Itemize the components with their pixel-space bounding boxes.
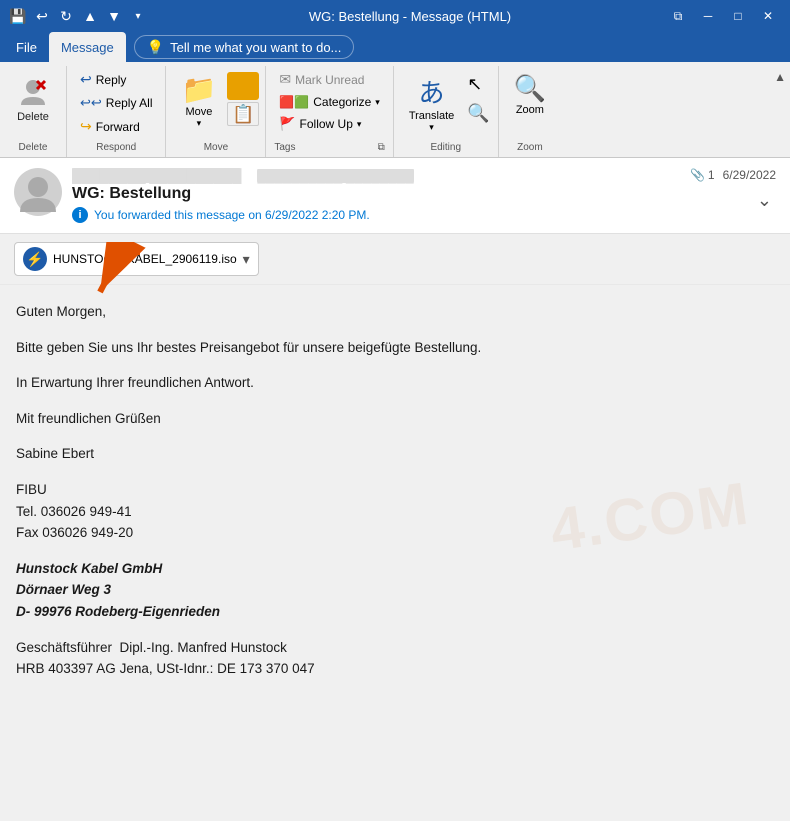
email-date: 6/29/2022 [723,168,776,182]
forward-icon: ↪ [80,118,92,135]
email-subject: WG: Bestellung [72,185,680,203]
ribbon-group-delete: Delete Delete [0,66,67,157]
ribbon: Delete Delete ↩ Reply ↩↩ Reply All ↪ For… [0,62,790,158]
body-regards: Mit freundlichen Grüßen [16,408,774,430]
expand-button[interactable]: ⌄ [753,186,776,215]
forward-label: Forward [96,120,140,134]
quick-access-toolbar: 💾 ↩ ↻ ▲ ▼ ▾ [8,6,148,26]
reply-label: Reply [96,73,127,87]
mark-unread-button[interactable]: ✉ Mark Unread [272,68,386,91]
attachment-dropdown-icon[interactable]: ▾ [243,251,250,268]
tell-me-input[interactable]: 💡 Tell me what you want to do... [134,35,355,59]
reply-all-label: Reply All [106,96,153,110]
redo-icon[interactable]: ↻ [56,6,76,26]
categorize-label: Categorize [313,95,371,109]
ribbon-group-zoom-label: Zoom [503,140,557,157]
ribbon-group-editing: あ Translate ▾ ↖ 🔍 Editing [394,66,499,157]
body-awaiting: In Erwartung Ihrer freundlichen Antwort. [16,372,774,394]
body-request: Bitte geben Sie uns Ihr bestes Preisange… [16,337,774,359]
categorize-icon: 🟥🟩 [279,95,309,109]
attachment-count: 📎 1 [690,168,715,182]
attachment-bar: ⚡ HUNSTOCK_KABEL_2906119.iso ▾ [0,234,790,285]
translate-icon: あ [419,73,445,110]
move-icon: 📁 [181,73,216,106]
follow-up-label: Follow Up [300,117,353,131]
ribbon-group-move-label: Move [170,140,261,157]
zoom-button[interactable]: 🔍 Zoom [505,68,555,121]
undo-icon[interactable]: ↩ [32,6,52,26]
dropdown-icon[interactable]: ▾ [128,6,148,26]
sender-row: ████████ ██████████ ██████████ ████████ [72,168,680,183]
ribbon-group-move: 📁 Move ▾ 📋 Move [166,66,266,157]
body-contact: FIBU Tel. 036026 949-41 Fax 036026 949-2… [16,479,774,544]
zoom-icon: 🔍 [514,73,546,104]
follow-up-icon: 🚩 [279,116,295,132]
attachment-name: HUNSTOCK_KABEL_2906119.iso [53,252,237,266]
menu-file[interactable]: File [4,32,49,62]
pointer-button[interactable]: ↖ [465,72,491,97]
menu-bar: File Message 💡 Tell me what you want to … [0,32,790,62]
onenote-button[interactable] [227,72,259,100]
delete-label: Delete [17,111,49,123]
reply-button[interactable]: ↩ Reply [73,68,159,91]
ribbon-group-editing-label: Editing [398,140,494,157]
ribbon-group-tags: ✉ Mark Unread 🟥🟩 Categorize ▾ 🚩 Follow U… [266,66,393,157]
ribbon-group-respond: ↩ Reply ↩↩ Reply All ↪ Forward Respond [67,66,166,157]
sender-name: ████████ ██████████ [72,168,241,183]
window-controls: ⧉ ─ □ ✕ [664,6,782,26]
categorize-button[interactable]: 🟥🟩 Categorize ▾ [272,92,386,112]
body-name: Sabine Ebert [16,443,774,465]
email-meta: ████████ ██████████ ██████████ ████████ … [72,168,680,223]
mark-unread-icon: ✉ [279,71,291,88]
info-icon: i [72,207,88,223]
ribbon-group-zoom: 🔍 Zoom Zoom [499,66,561,157]
sender-avatar [14,168,62,216]
delete-icon [17,77,49,109]
ribbon-group-delete-label: Delete [4,140,62,157]
rules-button[interactable]: 📋 [227,102,259,126]
translate-label: Translate [409,110,454,122]
forwarded-notice: i You forwarded this message on 6/29/202… [72,207,680,223]
send-up-icon[interactable]: ▲ [80,6,100,26]
restore-button[interactable]: ⧉ [664,6,692,26]
reply-all-button[interactable]: ↩↩ Reply All [73,92,159,114]
ribbon-group-tags-label: Tags ⧉ [270,140,388,157]
body-director: Geschäftsführer Dipl.-Ing. Manfred Hunst… [16,637,774,680]
maximize-button[interactable]: □ [724,6,752,26]
reply-icon: ↩ [80,71,92,88]
find-button[interactable]: 🔍 [465,101,491,126]
move-label: Move [185,106,212,118]
translate-button[interactable]: あ Translate ▾ [400,68,463,138]
move-button[interactable]: 📁 Move ▾ [172,68,225,134]
title-bar: 💾 ↩ ↻ ▲ ▼ ▾ WG: Bestellung - Message (HT… [0,0,790,32]
forward-button[interactable]: ↪ Forward [73,115,159,138]
window-title: WG: Bestellung - Message (HTML) [156,9,664,24]
save-icon[interactable]: 💾 [8,6,28,26]
delete-button[interactable]: Delete [6,68,60,130]
email-body[interactable]: Guten Morgen, Bitte geben Sie uns Ihr be… [0,285,790,765]
mark-unread-label: Mark Unread [295,73,364,87]
ribbon-collapse-button[interactable]: ▲ [770,66,790,157]
follow-up-button[interactable]: 🚩 Follow Up ▾ [272,113,386,135]
close-button[interactable]: ✕ [754,6,782,26]
header-right: 📎 1 6/29/2022 ⌄ [690,168,776,215]
zoom-label: Zoom [516,104,544,116]
minimize-button[interactable]: ─ [694,6,722,26]
menu-message[interactable]: Message [49,32,126,62]
reply-all-icon: ↩↩ [80,95,102,111]
attachment-file-icon: ⚡ [23,247,47,271]
sender-to: ██████████ ████████ [257,169,413,183]
email-header: ████████ ██████████ ██████████ ████████ … [0,158,790,234]
attachment-chip[interactable]: ⚡ HUNSTOCK_KABEL_2906119.iso ▾ [14,242,259,276]
body-company: Hunstock Kabel GmbH Dörnaer Weg 3 D- 999… [16,558,774,623]
body-greeting: Guten Morgen, [16,301,774,323]
send-down-icon[interactable]: ▼ [104,6,124,26]
ribbon-group-respond-label: Respond [71,140,161,157]
